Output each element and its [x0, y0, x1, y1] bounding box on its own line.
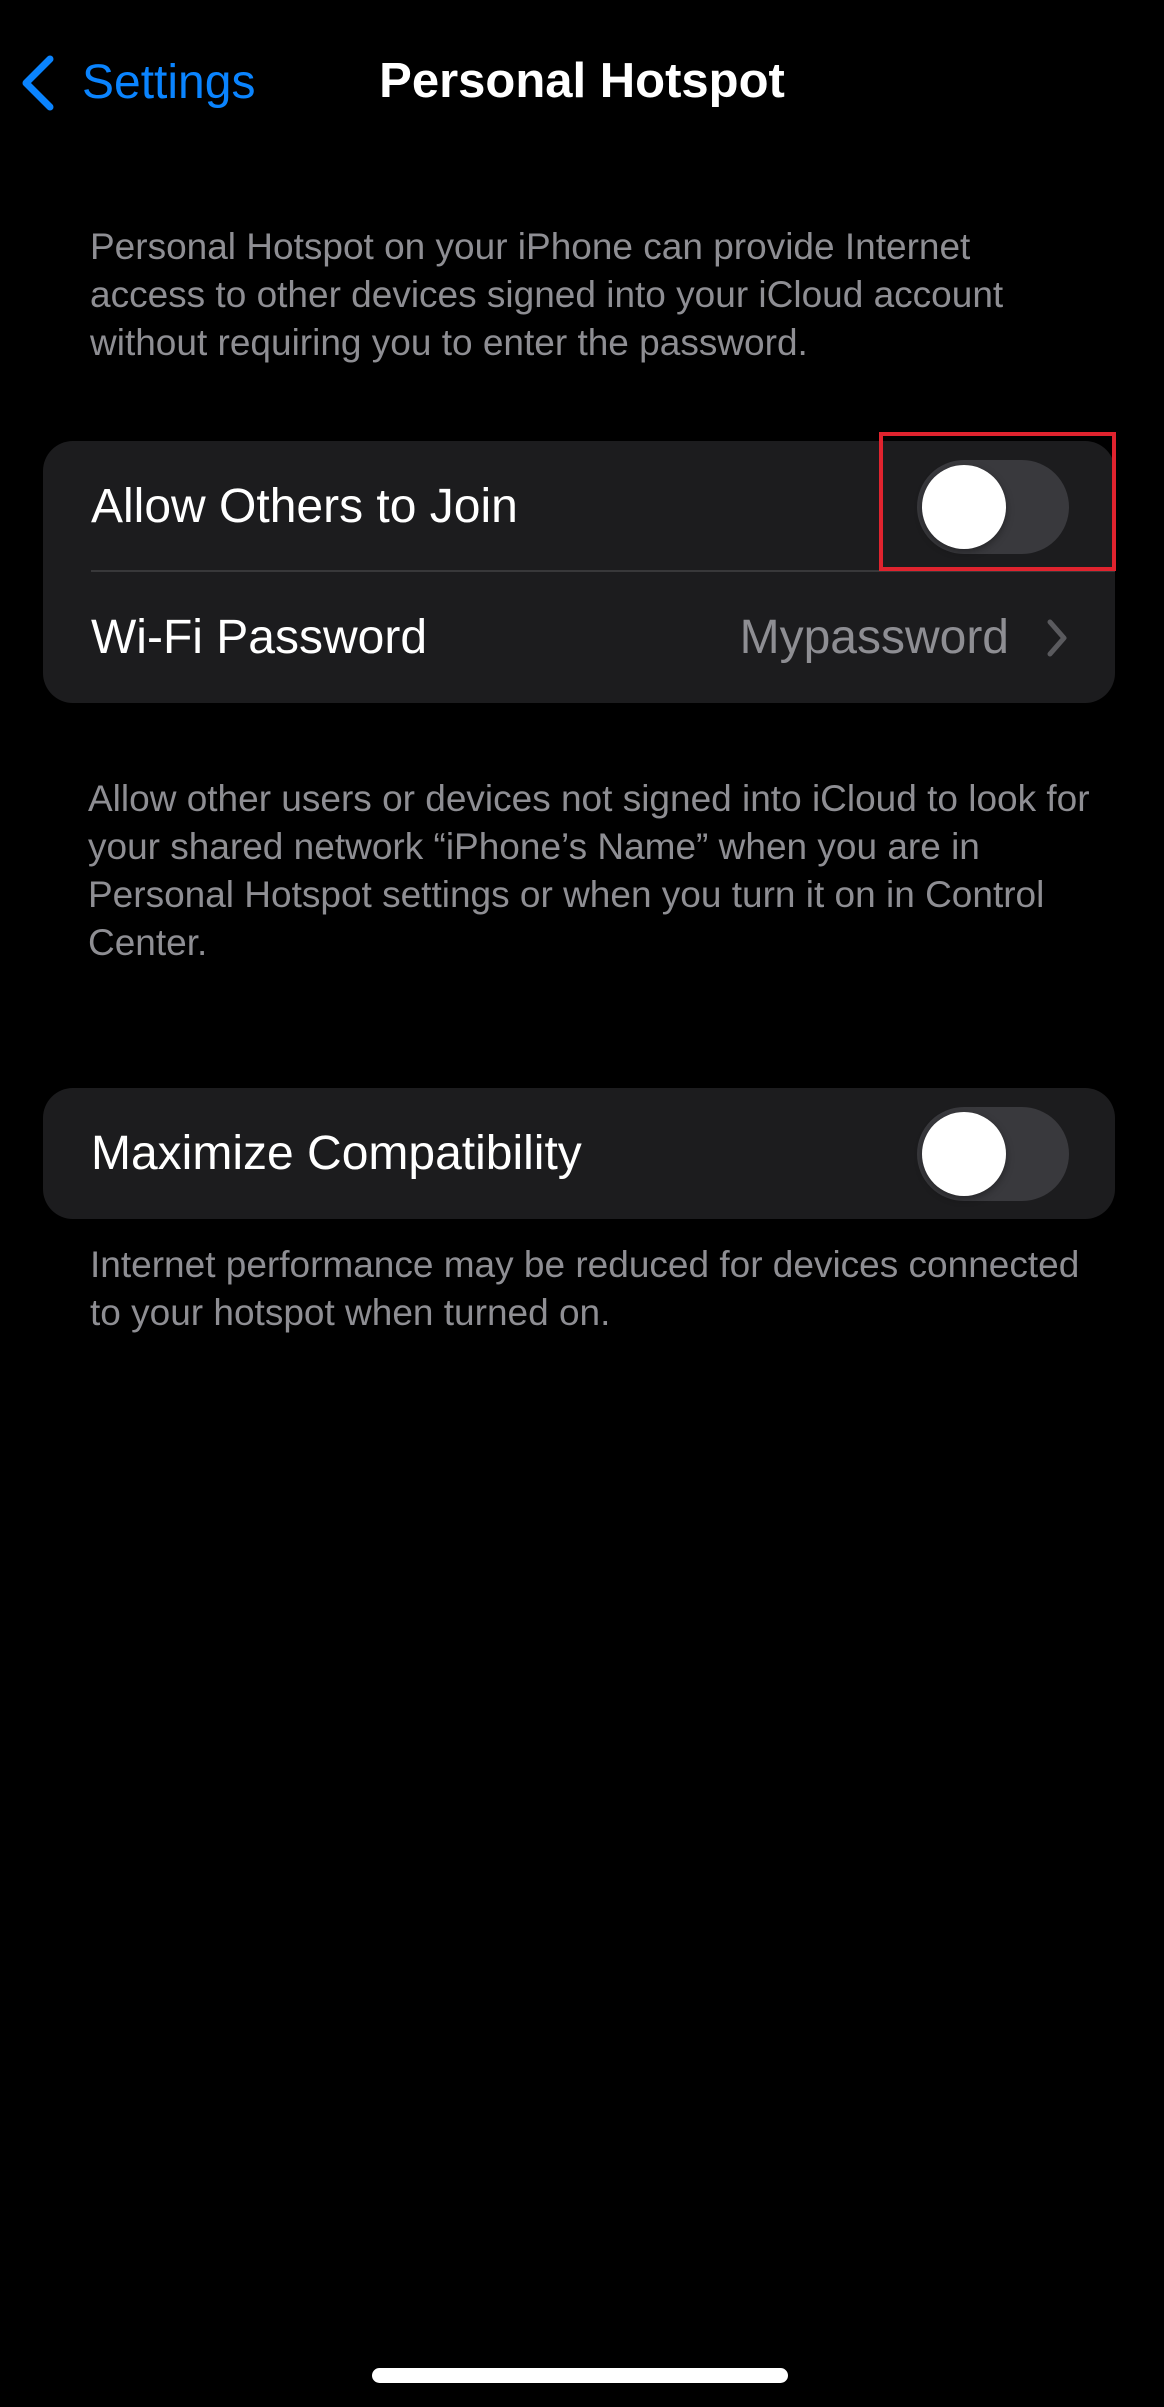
hotspot-settings-group: Allow Others to Join Wi-Fi Password Mypa…	[43, 441, 1115, 703]
wifi-password-label: Wi-Fi Password	[91, 611, 428, 664]
toggle-knob	[922, 464, 1006, 549]
chevron-right-icon	[1047, 619, 1067, 656]
maximize-compatibility-label: Maximize Compatibility	[91, 1127, 582, 1180]
navigation-bar: Settings Personal Hotspot	[0, 0, 1164, 160]
wifi-password-row[interactable]: Wi-Fi Password Mypassword	[43, 572, 1115, 703]
maximize-compatibility-row: Maximize Compatibility	[43, 1088, 1115, 1219]
allow-others-label: Allow Others to Join	[91, 480, 518, 533]
compatibility-group: Maximize Compatibility	[43, 1088, 1115, 1219]
maximize-compatibility-description: Internet performance may be reduced for …	[90, 1244, 1080, 1333]
allow-others-toggle[interactable]	[917, 459, 1069, 554]
home-indicator[interactable]	[372, 2368, 788, 2383]
wifi-password-value: Mypassword	[739, 611, 1009, 664]
toggle-knob	[922, 1111, 1006, 1196]
intro-description: Personal Hotspot on your iPhone can prov…	[90, 226, 1004, 363]
maximize-compatibility-toggle[interactable]	[917, 1106, 1069, 1201]
allow-others-description: Allow other users or devices not signed …	[88, 778, 1090, 963]
allow-others-row: Allow Others to Join	[43, 441, 1115, 572]
page-title: Personal Hotspot	[379, 54, 785, 108]
